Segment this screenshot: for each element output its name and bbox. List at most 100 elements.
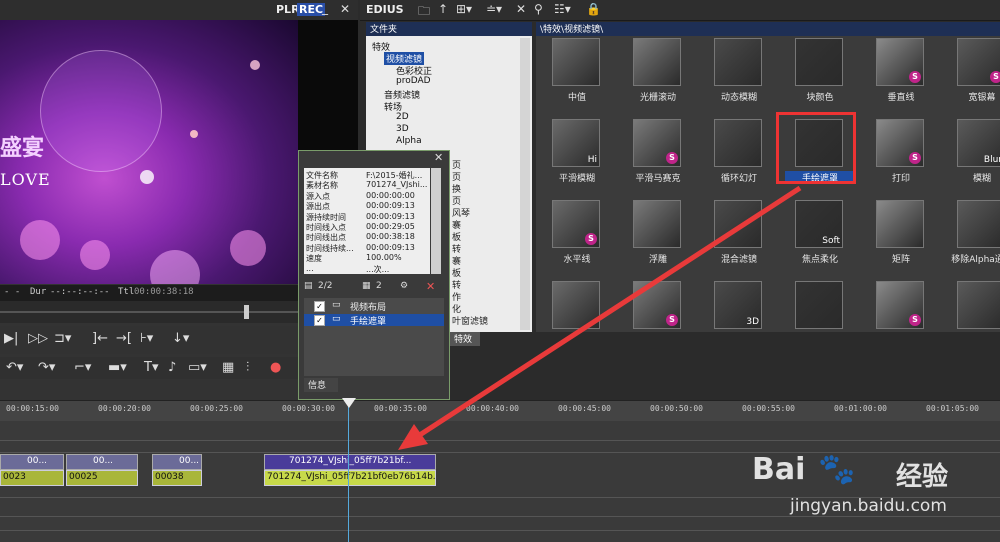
effect-tile[interactable]: 循环幻灯 (704, 119, 774, 193)
redo-icon[interactable]: ↷▾ (38, 360, 55, 375)
effect-tile[interactable]: 矩阵 (866, 200, 936, 274)
video-clip[interactable]: 701274_VJshi_05ff7b21bf... (264, 454, 436, 470)
applied-filter-item[interactable]: ✓ ▭ 手绘遮罩 (304, 314, 444, 327)
cut-icon[interactable]: ⌐▾ (74, 360, 91, 375)
watermark-brand: Bai (752, 452, 806, 487)
effect-tile[interactable]: Hi 平滑模糊 (542, 119, 612, 193)
timeline-tick-label: 00:00:20:00 (98, 404, 151, 413)
effect-thumbnail (552, 281, 600, 329)
play-icon[interactable]: ▶| (4, 331, 18, 346)
plr-label[interactable]: PLR (276, 3, 300, 16)
tree-item[interactable]: 2D (396, 112, 409, 122)
effect-label: 平滑马赛克 (635, 174, 681, 184)
overwrite-icon[interactable]: ↓▾ (172, 331, 189, 346)
effect-tile[interactable]: Soft 焦点柔化 (785, 200, 855, 274)
layer-icon: ▤ (304, 281, 313, 291)
fast-forward-icon[interactable]: ▷▷ (28, 331, 48, 346)
lock-icon[interactable]: 🔒 (586, 2, 601, 16)
effect-thumbnail (795, 38, 843, 86)
audio-clip[interactable]: 00038 (152, 470, 202, 486)
rec-label[interactable]: REC (297, 3, 326, 16)
video-clip[interactable]: 00... (152, 454, 202, 470)
audio-clip[interactable]: 00025 (66, 470, 138, 486)
effect-tile[interactable]: 浮雕 (623, 200, 693, 274)
sort-icon[interactable]: ≐▾ (486, 2, 502, 16)
effect-tile[interactable] (785, 281, 855, 355)
insert-icon[interactable]: ⊦▾ (140, 331, 153, 346)
effect-thumbnail: S (876, 38, 924, 86)
filter-icon: ▭ (332, 300, 341, 310)
record-icon[interactable]: ● (270, 360, 281, 375)
timeline-tick-label: 00:01:05:00 (926, 404, 979, 413)
info-palette-close-button[interactable]: ✕ (434, 151, 443, 164)
grid-icon[interactable]: ▦ (222, 360, 234, 375)
effect-tile[interactable]: S 平滑马赛克 (623, 119, 693, 193)
undo-icon[interactable]: ↶▾ (6, 360, 23, 375)
video-clip[interactable]: 00... (66, 454, 138, 470)
filter-settings-icon[interactable]: ⚙ (400, 281, 408, 291)
up-folder-icon[interactable]: ↑ (438, 2, 448, 16)
close-button[interactable]: ✕ (340, 2, 350, 16)
video-overlay-love: LOVE (0, 170, 51, 189)
tree-icon[interactable]: ⊞▾ (456, 2, 472, 16)
tab-info[interactable]: 信息 (304, 378, 338, 392)
scrub-handle[interactable] (244, 305, 249, 319)
effect-tile[interactable]: S 水平线 (542, 200, 612, 274)
effect-tile[interactable]: Blur 模糊 (947, 119, 1000, 193)
tab-special-effects[interactable]: 特效 (446, 332, 480, 346)
effect-tile[interactable] (542, 281, 612, 355)
effect-tile[interactable]: 光栅滚动 (623, 38, 693, 112)
tree-item[interactable]: 3D (396, 124, 409, 134)
effect-tile[interactable]: 中值 (542, 38, 612, 112)
audio-clip[interactable]: 0023 (0, 470, 64, 486)
video-clip[interactable]: 00... (0, 454, 64, 470)
effects-path-header: \特效\视频滤镜\ (536, 22, 1000, 36)
view-icon[interactable]: ☷▾ (554, 2, 571, 16)
filter-enable-checkbox[interactable]: ✓ (314, 301, 325, 312)
text-tool-icon[interactable]: T▾ (144, 360, 158, 375)
set-in-icon[interactable]: ]← (92, 331, 108, 346)
loop-icon[interactable]: ⊐▾ (54, 331, 71, 346)
video-clip-label: 00... (179, 456, 200, 466)
properties-icon[interactable]: ⚲ (534, 2, 543, 16)
clip-info-key: 时间线持续... (306, 243, 354, 253)
effect-label: 动态模糊 (720, 93, 757, 103)
effect-tile[interactable]: S 宽银幕 (947, 38, 1000, 112)
tree-item[interactable]: Alpha (396, 136, 422, 146)
set-out-icon[interactable]: →[ (116, 331, 132, 346)
timeline-tick-label: 00:01:00:00 (834, 404, 887, 413)
ripple-icon[interactable]: ▬▾ (108, 360, 127, 375)
delete-icon[interactable]: ✕ (516, 2, 526, 16)
remove-filter-icon[interactable]: ✕ (426, 280, 435, 293)
minimize-button[interactable]: _ (322, 1, 328, 15)
effect-tile[interactable]: 块颜色 (785, 38, 855, 112)
effect-tile[interactable]: S (623, 281, 693, 355)
tree-item[interactable]: proDAD (396, 76, 431, 86)
mic-icon[interactable]: ♪ (168, 360, 176, 375)
clip-info-key: ... (306, 263, 314, 273)
effect-tile[interactable]: 混合滤镜 (704, 200, 774, 274)
edius-title: EDIUS (366, 3, 404, 16)
playhead-marker[interactable] (342, 398, 356, 408)
applied-filter-item[interactable]: ✓ ▭ 视频布局 (304, 300, 444, 313)
folder-icon[interactable]: 🗀 (418, 2, 430, 23)
effect-tile[interactable] (947, 281, 1000, 355)
effect-tile[interactable]: S 垂直线 (866, 38, 936, 112)
effect-tile[interactable]: 移除Alpha通道 (947, 200, 1000, 274)
effect-tile[interactable]: S (866, 281, 936, 355)
clip-info-scrollbar[interactable] (431, 168, 441, 274)
audio-clip[interactable]: 701274_VJshi_05ff7b21bf0eb76b14b... (264, 470, 436, 486)
mixer-icon[interactable]: ⫶ (246, 360, 249, 375)
paw-icon: 🐾 (818, 452, 856, 487)
effect-thumbnail: S (633, 281, 681, 329)
clip-info-row: 源出点 00:00:09:13 (304, 201, 430, 211)
export-icon[interactable]: ▭▾ (188, 360, 207, 375)
filter-enable-checkbox[interactable]: ✓ (314, 315, 325, 326)
effect-tile[interactable]: 3D (704, 281, 774, 355)
effect-tile[interactable]: 动态模糊 (704, 38, 774, 112)
folder-tree-scrollbar[interactable] (520, 38, 530, 330)
effect-tile[interactable]: S 打印 (866, 119, 936, 193)
timeline-toolbar: ↶▾ ↷▾ ⌐▾ ▬▾ T▾ ♪ ▭▾ ▦ ⫶ ● (0, 357, 300, 379)
tree-item-partial[interactable]: 叶窗滤镜 (452, 314, 488, 327)
effect-label: 平滑模糊 (558, 174, 595, 184)
